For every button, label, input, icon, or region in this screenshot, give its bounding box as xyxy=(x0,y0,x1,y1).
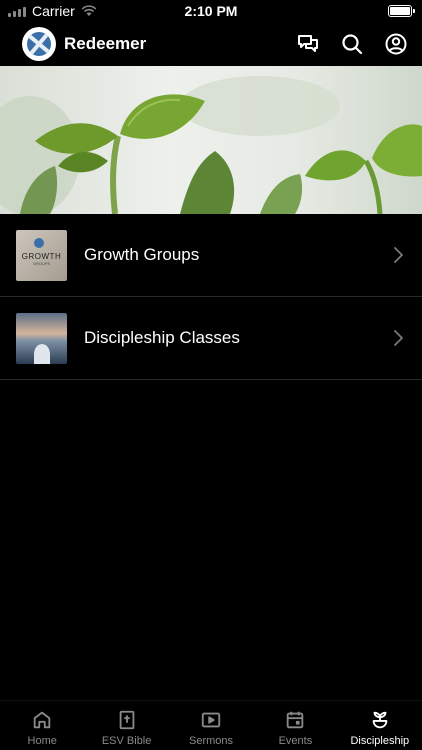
bible-icon xyxy=(119,710,134,730)
list-item-discipleship-classes[interactable]: Discipleship Classes xyxy=(0,297,422,380)
tab-label: ESV Bible xyxy=(101,735,152,747)
church-logo[interactable] xyxy=(22,27,56,61)
chat-icon[interactable] xyxy=(296,32,320,56)
play-icon xyxy=(201,712,221,728)
hero-image xyxy=(0,66,422,214)
status-bar: Carrier 2:10 PM xyxy=(0,0,422,22)
list-item-label: Growth Groups xyxy=(84,245,200,264)
app-header: Redeemer xyxy=(0,22,422,66)
profile-icon[interactable] xyxy=(384,32,408,56)
tab-discipleship[interactable]: Discipleship xyxy=(338,701,422,750)
tab-sermons[interactable]: Sermons xyxy=(169,701,253,750)
tab-label: Sermons xyxy=(189,735,234,747)
growth-groups-thumbnail: GROWTH GROUPS xyxy=(16,229,67,281)
chevron-right-icon xyxy=(394,247,403,263)
header-actions xyxy=(296,32,408,56)
app-title: Redeemer xyxy=(64,34,147,53)
tab-esv-bible[interactable]: ESV Bible xyxy=(84,701,168,750)
sprout-icon xyxy=(372,711,388,729)
discipleship-classes-thumbnail xyxy=(16,312,67,364)
discipleship-list: GROWTH GROUPS Growth Groups Discipleship… xyxy=(0,214,422,380)
tab-home[interactable]: Home xyxy=(0,701,84,750)
carrier-label: Carrier xyxy=(32,3,75,19)
status-left: Carrier xyxy=(8,3,97,19)
list-item-growth-groups[interactable]: GROWTH GROUPS Growth Groups xyxy=(0,214,422,297)
calendar-icon xyxy=(287,711,304,729)
wifi-icon xyxy=(81,5,97,16)
home-icon xyxy=(33,711,51,729)
search-icon[interactable] xyxy=(340,32,364,56)
tab-bar: Home ESV Bible Sermons Events Disciplesh… xyxy=(0,700,422,750)
tab-label: Home xyxy=(27,735,57,747)
tab-events[interactable]: Events xyxy=(253,701,337,750)
tab-label: Discipleship xyxy=(350,735,410,747)
tab-label: Events xyxy=(278,735,313,747)
signal-icon xyxy=(8,6,26,17)
list-item-label: Discipleship Classes xyxy=(84,328,240,347)
chevron-right-icon xyxy=(394,330,403,346)
battery-icon xyxy=(388,5,415,17)
